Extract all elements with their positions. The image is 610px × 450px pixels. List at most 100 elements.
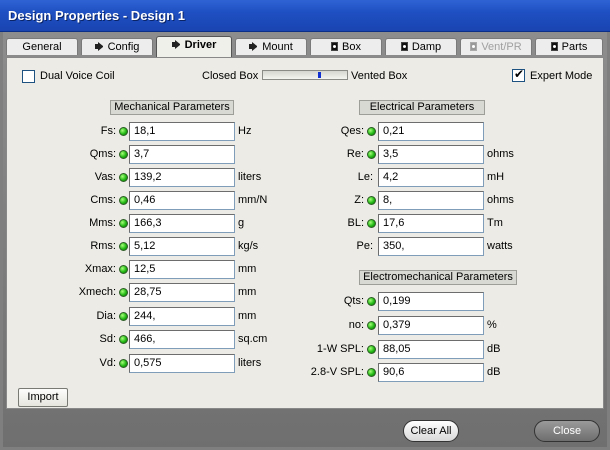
box-type-slider[interactable] bbox=[262, 70, 348, 80]
qts-field[interactable]: 0,199 bbox=[378, 292, 484, 311]
param-unit: liters bbox=[238, 171, 262, 183]
qms-field[interactable]: 3,7 bbox=[129, 145, 235, 164]
param-unit: Hz bbox=[238, 125, 252, 137]
param-label: 1-W SPL: bbox=[316, 343, 364, 355]
tab-box[interactable]: Box bbox=[310, 38, 382, 55]
param-label: no: bbox=[348, 319, 364, 331]
param-unit: mm bbox=[238, 310, 257, 322]
tab-label: Damp bbox=[411, 41, 442, 53]
status-led-icon bbox=[119, 335, 128, 344]
param-unit: watts bbox=[487, 240, 513, 252]
param-label: Z: bbox=[354, 194, 364, 206]
param-unit: mm/N bbox=[238, 194, 268, 206]
tab-general[interactable]: General bbox=[6, 38, 78, 55]
expert-mode-label: Expert Mode bbox=[530, 70, 593, 82]
sd-field[interactable]: 466, bbox=[129, 330, 235, 349]
electromechanical-parameters-header: Electromechanical Parameters bbox=[359, 270, 517, 285]
tab-label: Mount bbox=[262, 41, 293, 53]
param-unit: kg/s bbox=[238, 240, 259, 252]
param-unit: % bbox=[487, 319, 497, 331]
status-led-icon bbox=[119, 150, 128, 159]
pe-field[interactable]: 350, bbox=[378, 237, 484, 256]
dia-field[interactable]: 244, bbox=[129, 307, 235, 326]
tab-label: Vent/PR bbox=[481, 41, 522, 53]
vas-field[interactable]: 139,2 bbox=[129, 168, 235, 187]
param-label: Vas: bbox=[94, 171, 116, 183]
cms-field[interactable]: 0,46 bbox=[129, 191, 235, 210]
mechanical-parameters-header: Mechanical Parameters bbox=[110, 100, 234, 115]
dual-voice-coil-checkbox[interactable] bbox=[22, 70, 35, 83]
slider-thumb[interactable] bbox=[318, 72, 321, 78]
param-label: Sd: bbox=[99, 333, 116, 345]
status-led-icon bbox=[367, 219, 376, 228]
param-label: Fs: bbox=[100, 125, 116, 137]
tab-mount[interactable]: Mount bbox=[235, 38, 307, 55]
bl-field[interactable]: 17,6 bbox=[378, 214, 484, 233]
spl-2-8v-field[interactable]: 90,6 bbox=[378, 363, 484, 382]
design-properties-window: Design Properties - Design 1 General Con… bbox=[0, 0, 610, 450]
speaker-icon bbox=[249, 42, 258, 51]
clear-all-button[interactable]: Clear All bbox=[403, 420, 459, 442]
rms-field[interactable]: 5,12 bbox=[129, 237, 235, 256]
param-unit: dB bbox=[487, 343, 501, 355]
import-button[interactable]: Import bbox=[18, 388, 68, 407]
status-led-icon bbox=[119, 312, 128, 321]
param-unit: sq.cm bbox=[238, 333, 268, 345]
mms-field[interactable]: 166,3 bbox=[129, 214, 235, 233]
xmax-field[interactable]: 12,5 bbox=[129, 260, 235, 279]
dual-voice-coil-label: Dual Voice Coil bbox=[40, 70, 115, 82]
box-icon bbox=[470, 42, 478, 51]
window-title: Design Properties - Design 1 bbox=[8, 8, 185, 23]
close-button[interactable]: Close bbox=[534, 420, 600, 442]
tab-damp[interactable]: Damp bbox=[385, 38, 457, 55]
speaker-icon bbox=[94, 42, 104, 51]
param-label: Le: bbox=[357, 171, 373, 183]
electrical-parameters-header: Electrical Parameters bbox=[359, 100, 485, 115]
status-led-icon bbox=[367, 150, 376, 159]
tab-vent-pr: Vent/PR bbox=[460, 38, 532, 55]
param-unit: mH bbox=[487, 171, 505, 183]
closed-box-label: Closed Box bbox=[202, 70, 259, 82]
status-led-icon bbox=[367, 196, 376, 205]
xmech-field[interactable]: 28,75 bbox=[129, 283, 235, 302]
param-label: BL: bbox=[347, 217, 364, 229]
spl-1w-field[interactable]: 88,05 bbox=[378, 340, 484, 359]
tab-label: Parts bbox=[561, 41, 588, 53]
vd-field[interactable]: 0,575 bbox=[129, 354, 235, 373]
param-label: Cms: bbox=[90, 194, 116, 206]
param-unit: g bbox=[238, 217, 245, 229]
status-led-icon bbox=[367, 345, 376, 354]
tab-config[interactable]: Config bbox=[81, 38, 153, 55]
tab-label: Box bbox=[342, 41, 361, 53]
vented-box-label: Vented Box bbox=[351, 70, 408, 82]
tab-driver[interactable]: Driver bbox=[156, 36, 232, 57]
param-label: Mms: bbox=[89, 217, 116, 229]
no-field[interactable]: 0,379 bbox=[378, 316, 484, 335]
param-label: Qts: bbox=[343, 295, 364, 307]
tab-label: Driver bbox=[184, 39, 217, 51]
tab-parts[interactable]: Parts bbox=[535, 38, 603, 55]
status-led-icon bbox=[367, 127, 376, 136]
param-label: Pe: bbox=[356, 240, 373, 252]
re-field[interactable]: 3,5 bbox=[378, 145, 484, 164]
param-label: Dia: bbox=[96, 310, 116, 322]
param-unit: ohms bbox=[487, 194, 514, 206]
fs-field[interactable]: 18,1 bbox=[129, 122, 235, 141]
param-unit: liters bbox=[238, 357, 262, 369]
status-led-icon bbox=[367, 321, 376, 330]
status-led-icon bbox=[367, 297, 376, 306]
box-icon bbox=[550, 42, 558, 51]
qes-field[interactable]: 0,21 bbox=[378, 122, 484, 141]
param-unit: ohms bbox=[487, 148, 514, 160]
param-label: Qms: bbox=[89, 148, 116, 160]
box-icon bbox=[331, 42, 339, 51]
tab-label: Config bbox=[107, 41, 140, 53]
param-label: Vd: bbox=[99, 357, 116, 369]
title-bar[interactable]: Design Properties - Design 1 bbox=[0, 0, 610, 32]
status-led-icon bbox=[119, 288, 128, 297]
le-field[interactable]: 4,2 bbox=[378, 168, 484, 187]
z-field[interactable]: 8, bbox=[378, 191, 484, 210]
box-icon bbox=[400, 42, 408, 51]
param-label: Re: bbox=[346, 148, 364, 160]
expert-mode-checkbox[interactable] bbox=[512, 67, 525, 82]
